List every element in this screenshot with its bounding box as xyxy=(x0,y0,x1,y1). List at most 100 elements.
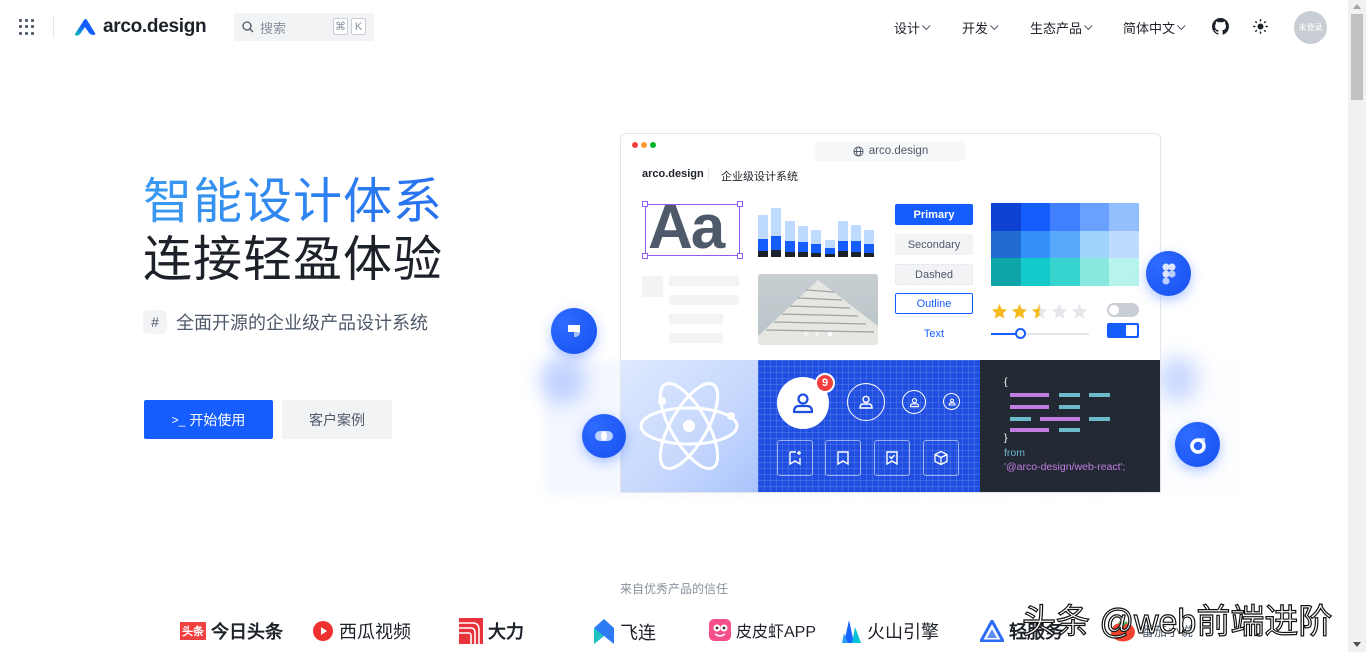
mock-primary-button[interactable]: Primary xyxy=(895,204,973,225)
palette-swatch xyxy=(991,230,1021,259)
code-line xyxy=(1010,393,1049,397)
scroll-up-arrow-icon[interactable] xyxy=(1353,4,1361,9)
user-avatar[interactable]: 未登录 xyxy=(1294,11,1327,44)
brand-volcengine[interactable]: 火山引擎 xyxy=(842,618,939,644)
code-keyword: from xyxy=(1004,447,1025,459)
floating-badge xyxy=(1175,422,1220,467)
nav-ecosystem-label: 生态产品 xyxy=(1030,21,1083,36)
hero-title-line2: 连接轻盈体验 xyxy=(143,233,444,287)
carousel-dot[interactable] xyxy=(815,332,819,336)
hash-icon: # xyxy=(143,310,167,334)
apps-grid-icon[interactable] xyxy=(19,19,35,35)
star-icon[interactable] xyxy=(991,303,1008,320)
palette-swatch xyxy=(1079,203,1110,231)
top-nav: arco.design 搜索 ⌘ K 设计 开发 生态产品 简体中文 未登录 xyxy=(0,0,1348,54)
switch-knob xyxy=(1109,305,1119,315)
mock-secondary-button[interactable]: Secondary xyxy=(895,234,973,255)
code-line xyxy=(1089,393,1110,397)
user-icon xyxy=(909,397,919,407)
star-icon[interactable] xyxy=(1051,303,1068,320)
skeleton-line xyxy=(669,314,723,324)
code-open-brace: { xyxy=(1004,376,1008,388)
avatar-mini[interactable] xyxy=(943,393,960,410)
cube-button[interactable] xyxy=(923,440,959,476)
avatar-medium[interactable] xyxy=(847,383,885,421)
avatar-small[interactable] xyxy=(902,390,926,414)
switch-on[interactable] xyxy=(1107,323,1139,338)
brand-xigua[interactable]: 西瓜视频 xyxy=(312,618,411,644)
page-scrollbar[interactable] xyxy=(1348,0,1366,652)
brand-label: 火山引擎 xyxy=(867,622,939,642)
toutiao-logo-icon: 头条 xyxy=(180,622,206,640)
code-close-brace: } xyxy=(1004,432,1008,444)
star-rating[interactable] xyxy=(991,303,1088,320)
search-input[interactable]: 搜索 ⌘ K xyxy=(234,13,374,41)
mock-logo: arco.design xyxy=(642,168,704,180)
theme-sun-icon[interactable] xyxy=(1253,19,1268,34)
globe-icon xyxy=(853,145,864,157)
mini-bar-segment xyxy=(864,244,875,253)
resize-handle xyxy=(642,253,648,259)
bookmark-check-button[interactable] xyxy=(874,440,910,476)
mini-bar xyxy=(784,221,795,257)
skeleton-avatar xyxy=(642,276,663,297)
carousel-dot-active[interactable] xyxy=(827,331,833,337)
volcengine-logo-icon xyxy=(842,620,861,643)
header-divider xyxy=(53,16,54,38)
star-icon[interactable] xyxy=(1071,303,1088,320)
carousel-dot[interactable] xyxy=(804,332,808,336)
nav-language[interactable]: 简体中文 xyxy=(1123,18,1186,37)
figma-icon xyxy=(1162,263,1175,284)
mini-bar-segment xyxy=(824,254,835,257)
avatar-large[interactable]: 9 xyxy=(777,373,835,429)
scrollbar-thumb[interactable] xyxy=(1351,14,1363,100)
mini-bar-segment xyxy=(851,241,862,252)
window-minimize-dot xyxy=(641,142,647,148)
mock-text-button[interactable]: Text xyxy=(895,323,973,344)
nav-design[interactable]: 设计 xyxy=(894,18,931,37)
product-mockup: arco.design arco.design 企业级设计系统 Aa Prima… xyxy=(620,133,1161,493)
feilian-logo-icon xyxy=(594,619,614,644)
brand-feilian[interactable]: 飞连 xyxy=(593,618,656,646)
switch-off[interactable] xyxy=(1107,303,1139,317)
bookmark-button[interactable] xyxy=(825,440,861,476)
mini-bar xyxy=(758,215,768,257)
mock-outline-button[interactable]: Outline xyxy=(895,293,973,314)
mini-bar-segment xyxy=(837,251,848,257)
get-started-button[interactable]: >_ 开始使用 xyxy=(144,400,273,439)
brand-label: 皮皮虾APP xyxy=(736,624,817,641)
palette-swatch xyxy=(1020,230,1051,259)
scroll-down-arrow-icon[interactable] xyxy=(1353,642,1361,647)
hero-subtitle: # 全面开源的企业级产品设计系统 xyxy=(143,309,428,335)
slider-thumb[interactable] xyxy=(1015,328,1027,339)
mock-dashed-button[interactable]: Dashed xyxy=(895,264,973,285)
bookmark-add-button[interactable] xyxy=(777,440,813,476)
atom-icon xyxy=(639,381,739,471)
mini-bar xyxy=(811,230,822,257)
floating-badge xyxy=(582,414,626,458)
brand-pipixia[interactable]: 皮皮虾APP xyxy=(709,618,816,642)
mini-bar-segment xyxy=(851,225,862,241)
mini-bar-segment xyxy=(797,226,808,242)
star-icon[interactable] xyxy=(1011,303,1028,320)
dali-logo-icon xyxy=(459,618,483,644)
mini-bar-segment xyxy=(758,251,768,257)
github-icon[interactable] xyxy=(1212,18,1229,35)
star-icon[interactable] xyxy=(1031,303,1048,320)
mini-bar-segment xyxy=(811,230,822,244)
palette-swatch xyxy=(1079,230,1110,259)
mini-bar-segment xyxy=(784,241,795,252)
user-icon xyxy=(947,398,956,405)
carousel-image[interactable] xyxy=(758,274,878,345)
switch-knob xyxy=(1126,325,1137,336)
logo[interactable]: arco.design xyxy=(73,16,207,38)
nav-develop[interactable]: 开发 xyxy=(962,18,999,37)
mini-bar-segment xyxy=(811,244,822,253)
brand-toutiao[interactable]: 头条 今日头条 xyxy=(180,618,283,644)
user-icon xyxy=(859,395,873,409)
mock-slider[interactable] xyxy=(991,328,1089,339)
customer-cases-button[interactable]: 客户案例 xyxy=(282,400,392,439)
nav-ecosystem[interactable]: 生态产品 xyxy=(1030,18,1093,37)
brand-dali[interactable]: 大力 xyxy=(459,618,524,644)
code-line xyxy=(1010,417,1031,421)
